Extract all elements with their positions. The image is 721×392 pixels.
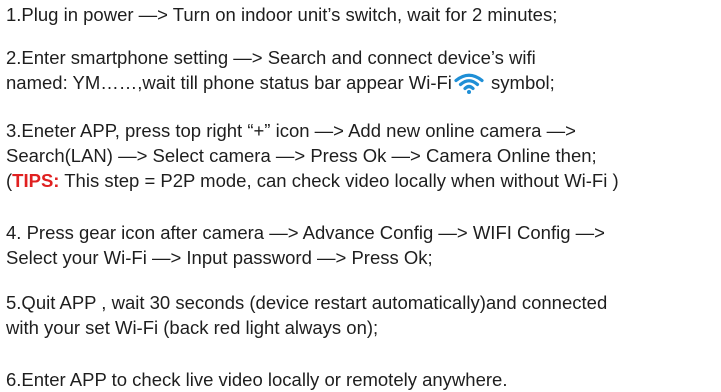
tips-label: TIPS: (12, 170, 60, 191)
step-6: 6.Enter APP to check live video locally … (6, 367, 507, 392)
step-6-line-1: 6.Enter APP to check live video locally … (6, 369, 508, 390)
step-2-line-2-end: symbol; (485, 72, 555, 93)
step-1: 1.Plug in power —> Turn on indoor unit’s… (6, 2, 557, 27)
step-2-line-2-start: named: YM……,wait till phone status bar a… (6, 72, 452, 93)
step-5: 5.Quit APP , wait 30 seconds (device res… (6, 290, 607, 340)
step-5-line-2: with your set Wi-Fi (back red light alwa… (6, 317, 379, 338)
instructions-document: 1.Plug in power —> Turn on indoor unit’s… (0, 0, 721, 391)
step-5-line-1: 5.Quit APP , wait 30 seconds (device res… (6, 292, 608, 313)
step-3-line-2: Search(LAN) —> Select camera —> Press Ok… (6, 145, 597, 166)
step-1-line-1: 1.Plug in power —> Turn on indoor unit’s… (6, 4, 558, 25)
step-2: 2.Enter smartphone setting —> Search and… (6, 45, 555, 95)
step-4: 4. Press gear icon after camera —> Advan… (6, 220, 605, 270)
wifi-icon (454, 73, 484, 94)
step-3-line-3: This step = P2P mode, can check video lo… (59, 170, 619, 191)
step-2-line-1: 2.Enter smartphone setting —> Search and… (6, 47, 536, 68)
step-3-line-1: 3.Eneter APP, press top right “+” icon —… (6, 120, 576, 141)
step-3: 3.Eneter APP, press top right “+” icon —… (6, 118, 619, 193)
step-4-line-1: 4. Press gear icon after camera —> Advan… (6, 222, 605, 243)
step-4-line-2: Select your Wi-Fi —> Input password —> P… (6, 247, 433, 268)
